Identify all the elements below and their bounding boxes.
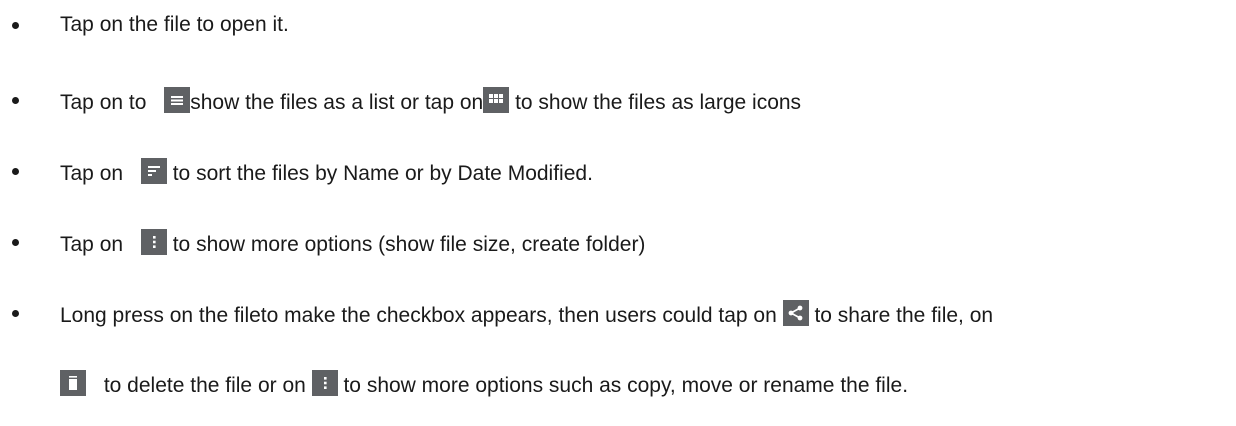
instruction-text-part: to share the file, on [808,304,994,327]
instructions-document: Tap on the file to open it. Tap on to sh… [0,0,1236,426]
grid-view-icon [483,87,510,113]
instruction-text-part: to show more options such as copy, move … [337,374,909,397]
instruction-text-continued: to delete the file or on to show more op… [60,370,908,399]
bullet [12,239,19,246]
bullet [12,168,19,175]
more-options-icon [311,370,338,396]
instruction-text: Tap on the file to open it. [60,13,289,36]
instruction-text: Long press on the fileto make the checkb… [60,300,993,329]
bullet [12,310,19,317]
instruction-text: Tap on to show the files as a list or ta… [60,87,801,116]
sort-icon [140,158,167,184]
share-icon [782,300,809,326]
more-options-icon [140,229,167,255]
instruction-text-part: to show more options (show file size, cr… [166,233,646,256]
instruction-text-part: Tap on to [60,91,153,114]
delete-icon [60,370,86,396]
instruction-text-part: to show the files as large icons [509,91,802,114]
list-view-icon [164,87,191,113]
instruction-text-part: Tap on [60,233,129,256]
bullet [12,22,19,29]
instruction-text-part: to sort the files by Name or by Date Mod… [166,162,593,185]
instruction-text: Tap on to sort the files by Name or by D… [60,158,593,187]
instruction-text-part: to delete the file or on [98,374,312,397]
instruction-text: Tap on to show more options (show file s… [60,229,645,258]
instruction-text-part: Tap on [60,162,129,185]
instruction-text-part: show the files as a list or tap on [190,91,484,114]
instruction-text-part: Long press on the fileto make the checkb… [60,304,783,327]
bullet [12,97,19,104]
